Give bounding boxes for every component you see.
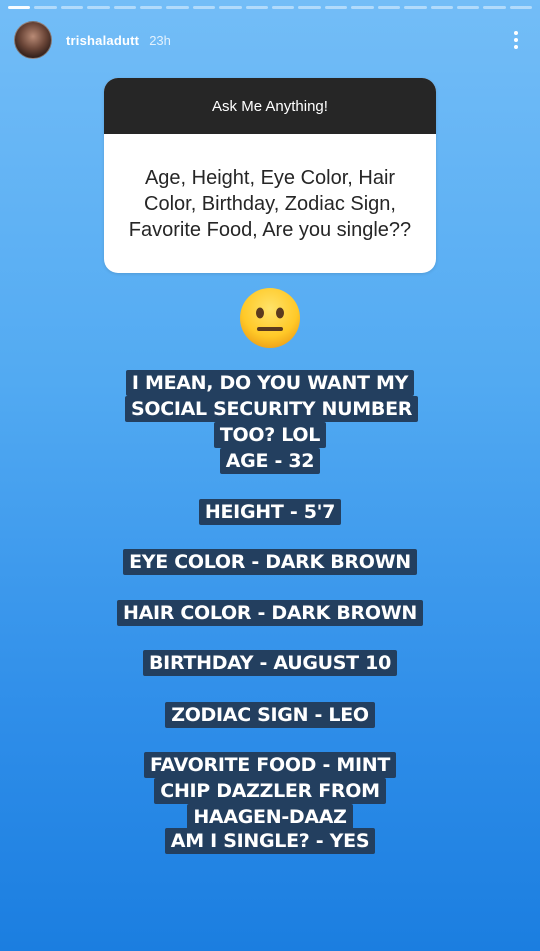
progress-segment	[324, 6, 348, 9]
progress-segment	[430, 6, 453, 9]
progress-segment	[219, 6, 242, 9]
question-text: Age, Height, Eye Color, Hair Color, Birt…	[128, 166, 412, 241]
progress-segment	[298, 6, 321, 9]
answer-hair-color: HAIR COLOR - DARK BROWN	[0, 600, 540, 626]
post-time: 23h	[149, 32, 171, 48]
avatar[interactable]	[14, 21, 52, 59]
story-viewer[interactable]: trishaladutt 23h Ask Me Anything! Age, H…	[0, 0, 540, 951]
answer-height: HEIGHT - 5'7	[0, 499, 540, 525]
progress-segment	[60, 6, 84, 9]
progress-segment	[509, 6, 533, 9]
story-header: trishaladutt 23h	[14, 20, 526, 60]
neutral-face-icon	[240, 288, 300, 348]
more-options-icon[interactable]	[506, 28, 526, 52]
progress-segment	[192, 6, 216, 9]
progress-segment	[404, 6, 427, 9]
progress-segment	[377, 6, 401, 9]
username[interactable]: trishaladutt	[66, 33, 139, 48]
progress-segment	[87, 6, 110, 9]
progress-segment	[456, 6, 480, 9]
answer-age: AGE - 32	[0, 448, 540, 474]
progress-segment	[272, 6, 295, 9]
progress-segment	[483, 6, 506, 9]
progress-segment	[113, 6, 137, 9]
progress-segment	[166, 6, 189, 9]
progress-segment	[8, 6, 31, 9]
question-sticker[interactable]: Ask Me Anything! Age, Height, Eye Color,…	[104, 78, 436, 273]
answer-favorite-food: FAVORITE FOOD - MINT CHIP DAZZLER FROM H…	[125, 752, 415, 830]
answer-birthday: BIRTHDAY - AUGUST 10	[0, 650, 540, 676]
progress-segment	[140, 6, 163, 9]
progress-segment	[34, 6, 57, 9]
progress-segment	[351, 6, 374, 9]
answer-single: AM I SINGLE? - YES	[0, 828, 540, 854]
answer-zodiac-sign: ZODIAC SIGN - LEO	[0, 702, 540, 728]
answer-eye-color: EYE COLOR - DARK BROWN	[0, 549, 540, 575]
story-progress-bar	[8, 6, 533, 9]
question-sticker-title: Ask Me Anything!	[104, 78, 436, 134]
answer-caption: I MEAN, DO YOU WANT MY SOCIAL SECURITY N…	[125, 370, 419, 448]
progress-segment	[245, 6, 269, 9]
